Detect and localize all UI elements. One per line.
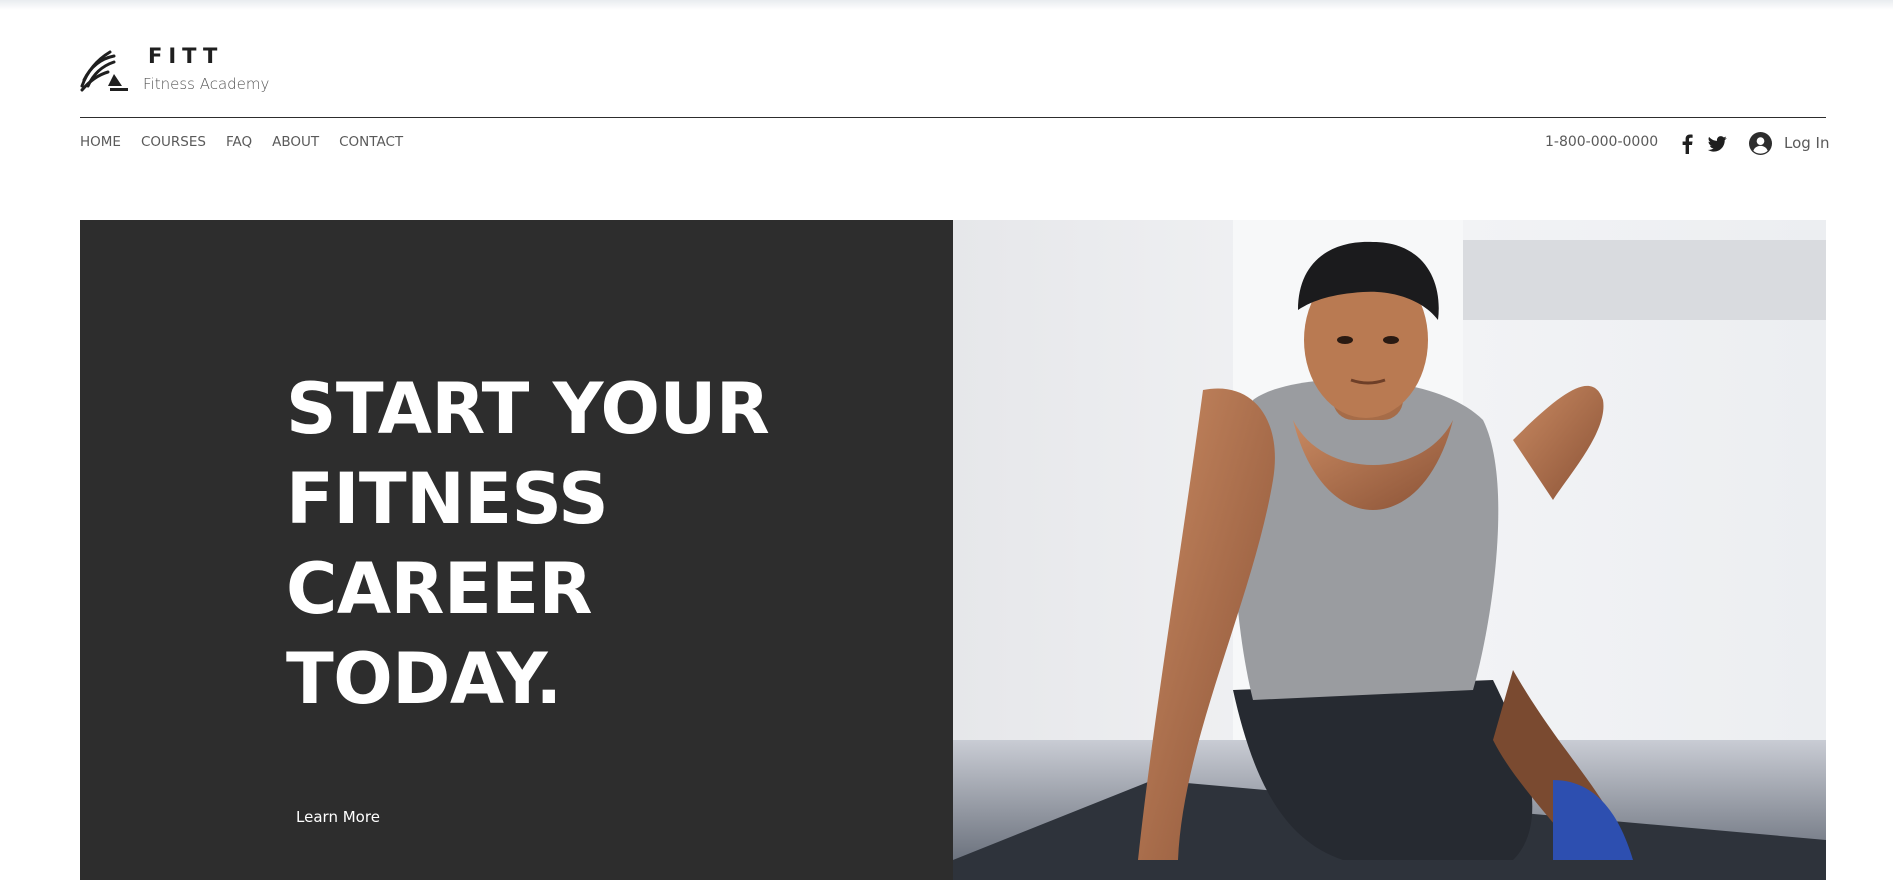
main-nav: HOME COURSES FAQ ABOUT CONTACT bbox=[80, 134, 403, 150]
brand-name[interactable]: FITT bbox=[148, 44, 223, 68]
header-divider bbox=[80, 117, 1826, 118]
nav-item-courses[interactable]: COURSES bbox=[141, 134, 206, 150]
nav-item-contact[interactable]: CONTACT bbox=[339, 134, 403, 150]
headline-line: START YOUR bbox=[286, 368, 770, 450]
nav-item-faq[interactable]: FAQ bbox=[226, 134, 252, 150]
phone-number: 1-800-000-0000 bbox=[1545, 134, 1659, 150]
twitter-icon[interactable] bbox=[1708, 135, 1727, 153]
athlete-pushup-photo bbox=[953, 220, 1826, 880]
learn-more-button[interactable]: Learn More bbox=[286, 798, 390, 836]
brand-tagline: Fitness Academy bbox=[143, 75, 270, 93]
facebook-icon[interactable] bbox=[1680, 134, 1694, 154]
hero-headline: START YOUR FITNESS CAREER TODAY. bbox=[286, 364, 886, 724]
top-shadow bbox=[0, 0, 1893, 10]
nav-item-home[interactable]: HOME bbox=[80, 134, 121, 150]
user-avatar-icon[interactable] bbox=[1749, 132, 1772, 155]
nav-item-about[interactable]: ABOUT bbox=[272, 134, 319, 150]
headline-line: FITNESS bbox=[286, 458, 609, 540]
headline-line: CAREER bbox=[286, 548, 592, 630]
login-link[interactable]: Log In bbox=[1784, 134, 1830, 152]
hero-panel: START YOUR FITNESS CAREER TODAY. Learn M… bbox=[80, 220, 953, 880]
headline-line: TODAY. bbox=[286, 638, 562, 720]
stacked-stripes-logo-icon[interactable] bbox=[80, 46, 130, 92]
